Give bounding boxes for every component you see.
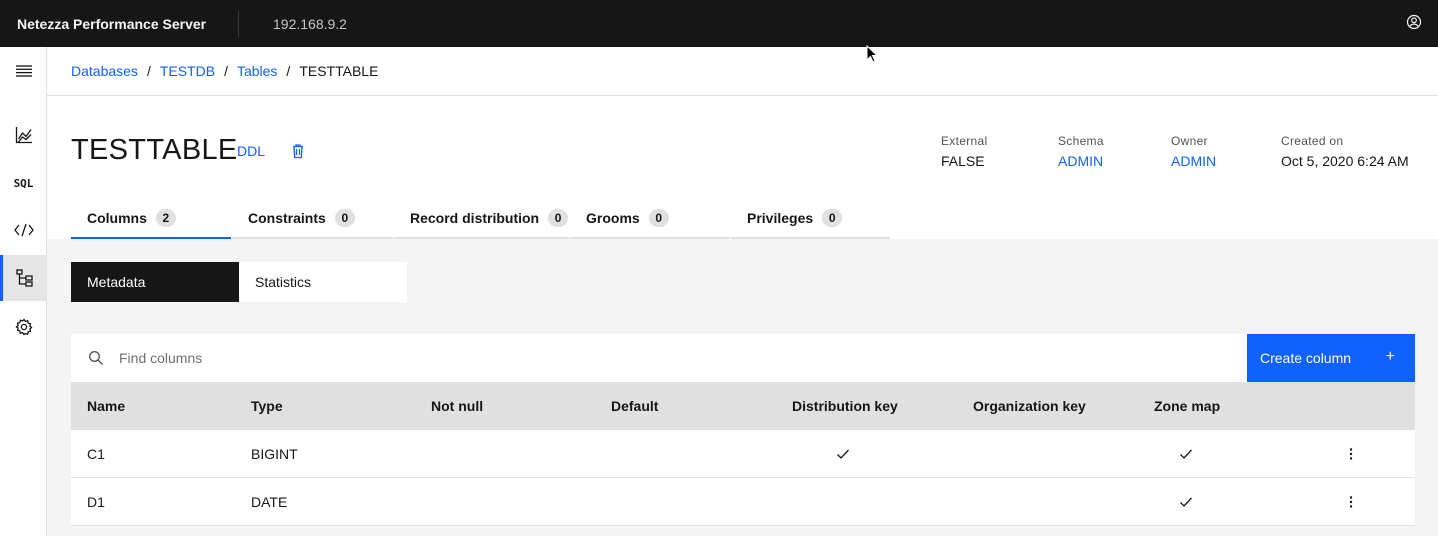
meta-external: External FALSE <box>941 134 987 169</box>
cell-name: C1 <box>87 446 105 462</box>
trash-icon[interactable] <box>290 143 306 159</box>
tab-count-badge: 0 <box>822 208 843 227</box>
tab-label: Privileges <box>747 209 814 226</box>
ddl-link[interactable]: DDL <box>237 143 265 159</box>
overflow-menu-icon[interactable] <box>1343 430 1359 478</box>
header-not-null[interactable]: Not null <box>431 382 483 430</box>
tab-label: Grooms <box>586 209 640 226</box>
tab-columns[interactable]: Columns 2 <box>71 198 231 239</box>
tab-label: Columns <box>87 209 147 226</box>
create-column-label: Create column <box>1260 350 1352 366</box>
sql-icon-label: SQL <box>13 176 34 190</box>
user-avatar-icon[interactable] <box>1406 14 1422 30</box>
check-icon <box>1179 430 1193 478</box>
meta-schema: Schema ADMIN <box>1058 134 1104 169</box>
meta-label: Schema <box>1058 134 1104 148</box>
breadcrumb: Databases / TESTDB / Tables / TESTTABLE <box>47 47 1438 96</box>
meta-value: Oct 5, 2020 6:24 AM <box>1281 153 1409 169</box>
columns-table: Name Type Not null Default Distribution … <box>71 382 1415 526</box>
chart-icon[interactable] <box>0 112 47 158</box>
sql-icon[interactable]: SQL <box>0 160 47 206</box>
meta-label: Owner <box>1171 134 1208 148</box>
meta-owner: Owner ADMIN <box>1171 134 1216 169</box>
top-header: Netezza Performance Server 192.168.9.2 <box>0 0 1438 47</box>
meta-label: Created on <box>1281 134 1344 148</box>
switch-statistics[interactable]: Statistics <box>239 262 407 302</box>
breadcrumb-tables[interactable]: Tables <box>237 63 277 79</box>
side-nav: SQL <box>0 47 47 536</box>
breadcrumb-databases[interactable]: Databases <box>71 63 138 79</box>
tab-count-badge: 0 <box>648 208 669 227</box>
header-default[interactable]: Default <box>611 382 658 430</box>
tab-count-badge: 2 <box>155 208 176 227</box>
meta-label: External <box>941 134 988 148</box>
cell-type: BIGINT <box>251 446 298 462</box>
check-icon <box>836 430 850 478</box>
header-distribution-key[interactable]: Distribution key <box>792 382 898 430</box>
meta-value: FALSE <box>941 153 985 169</box>
header-name[interactable]: Name <box>87 382 125 430</box>
plus-icon: + <box>1385 348 1395 365</box>
product-name[interactable]: Netezza Performance Server <box>0 10 239 37</box>
header-zone-map[interactable]: Zone map <box>1154 382 1220 430</box>
schema-link[interactable]: ADMIN <box>1058 153 1104 169</box>
cell-type: DATE <box>251 494 288 510</box>
settings-icon[interactable] <box>0 304 47 350</box>
search-input[interactable] <box>119 350 719 366</box>
owner-link[interactable]: ADMIN <box>1171 153 1216 169</box>
breadcrumb-testdb[interactable]: TESTDB <box>160 63 215 79</box>
breadcrumb-separator: / <box>146 63 151 79</box>
cell-name: D1 <box>87 494 105 510</box>
mouse-cursor-icon <box>866 44 879 68</box>
search-icon <box>89 351 103 365</box>
tab-record-distribution[interactable]: Record distribution 0 <box>394 198 569 239</box>
table-row: D1 DATE <box>71 478 1415 526</box>
search-box <box>71 334 1247 382</box>
header-type[interactable]: Type <box>251 382 283 430</box>
tab-privileges[interactable]: Privileges 0 <box>731 198 890 239</box>
table-toolbar: Create column + <box>71 334 1415 382</box>
tab-label: Constraints <box>248 209 326 226</box>
page-title: TESTTABLE <box>71 134 238 166</box>
check-icon <box>1179 478 1193 526</box>
tab-count-badge: 0 <box>548 208 569 227</box>
header-organization-key[interactable]: Organization key <box>973 382 1086 430</box>
code-icon[interactable] <box>0 207 47 253</box>
meta-created: Created on Oct 5, 2020 6:24 AM <box>1281 134 1409 169</box>
breadcrumb-separator: / <box>286 63 291 79</box>
table-row: C1 BIGINT <box>71 430 1415 478</box>
switch-metadata[interactable]: Metadata <box>71 262 239 302</box>
overflow-menu-icon[interactable] <box>1343 478 1359 526</box>
tree-icon[interactable] <box>0 255 47 301</box>
host-address: 192.168.9.2 <box>273 15 347 32</box>
content-switcher: Metadata Statistics <box>71 262 407 302</box>
tab-grooms[interactable]: Grooms 0 <box>570 198 730 239</box>
breadcrumb-separator: / <box>224 63 228 79</box>
tab-count-badge: 0 <box>334 208 355 227</box>
menu-icon[interactable] <box>0 48 47 94</box>
tab-list: Columns 2 Constraints 0 Record distribut… <box>71 198 890 239</box>
create-column-button[interactable]: Create column + <box>1247 334 1415 382</box>
table-header: Name Type Not null Default Distribution … <box>71 382 1415 430</box>
tab-label: Record distribution <box>410 209 540 226</box>
breadcrumb-current: TESTTABLE <box>299 63 379 79</box>
tab-constraints[interactable]: Constraints 0 <box>232 198 393 239</box>
